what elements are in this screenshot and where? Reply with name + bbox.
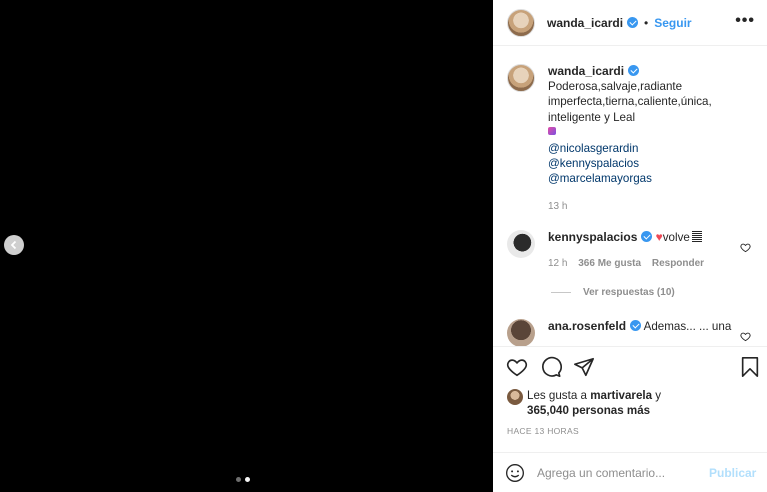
- likes-prefix: Les gusta a: [527, 389, 587, 402]
- separator: •: [644, 15, 649, 30]
- view-replies-label: Ver respuestas (10): [583, 287, 675, 298]
- comment-icon[interactable]: [540, 356, 562, 378]
- avatar[interactable]: [507, 64, 535, 92]
- emoji-picker-icon[interactable]: [505, 463, 525, 483]
- chevron-left-icon: [10, 240, 17, 250]
- carousel-indicators: [236, 477, 250, 482]
- avatar[interactable]: [507, 389, 523, 405]
- caption-username[interactable]: wanda_icardi: [548, 64, 624, 78]
- caption-text-line: inteligente y Leal: [548, 110, 636, 124]
- carousel-prev-button[interactable]: [4, 235, 24, 255]
- comment-body: ana.rosenfeld Ademas... ... una: [548, 319, 743, 346]
- comment-text: volve: [662, 231, 690, 244]
- mention-link[interactable]: @kennyspalacios: [548, 156, 758, 171]
- add-comment-bar: Publicar: [493, 452, 767, 492]
- divider: [551, 292, 571, 293]
- comment-text: Ademas... ... una: [643, 320, 732, 333]
- comment-item: ana.rosenfeld Ademas... ... una: [507, 319, 757, 346]
- caption-body: wanda_icardi Poderosa,salvaje,radiante i…: [548, 64, 758, 214]
- likes-conj: y: [655, 389, 662, 402]
- likes-summary: Les gusta a martivarela y 365,040 person…: [507, 388, 661, 418]
- emoji-icon: [691, 231, 702, 242]
- emoji-icon: [548, 126, 556, 135]
- avatar[interactable]: [507, 319, 535, 346]
- comments-list[interactable]: wanda_icardi Poderosa,salvaje,radiante i…: [493, 46, 767, 346]
- mention-link[interactable]: @nicolasgerardin: [548, 141, 758, 156]
- post-side-panel: wanda_icardi • Seguir ••• wanda_icardi P…: [493, 0, 767, 492]
- share-icon[interactable]: [573, 356, 595, 378]
- like-comment-heart-icon[interactable]: [740, 331, 751, 342]
- view-replies-button[interactable]: Ver respuestas (10): [551, 287, 675, 298]
- post-username[interactable]: wanda_icardi: [547, 16, 623, 30]
- publish-button[interactable]: Publicar: [709, 466, 756, 480]
- comment-input[interactable]: [537, 465, 705, 480]
- caption-text-line: imperfecta,tierna,caliente,única,: [548, 95, 712, 109]
- caption-text-line: Poderosa,salvaje,radiante: [548, 80, 683, 94]
- like-comment-heart-icon[interactable]: [740, 242, 751, 253]
- red-heart-emoji-icon: ♥: [655, 230, 663, 244]
- mention-link[interactable]: @marcelamayorgas: [548, 171, 758, 186]
- carousel-dot: [236, 477, 241, 482]
- follow-button[interactable]: Seguir: [654, 16, 691, 30]
- post-actions: [493, 346, 767, 386]
- post-timestamp[interactable]: HACE 13 HORAS: [507, 426, 579, 436]
- comment-item: kennyspalacios ♥volve 12 h 366 Me gusta …: [507, 230, 757, 271]
- liker-username[interactable]: martivarela: [590, 389, 652, 402]
- comment-username[interactable]: kennyspalacios: [548, 230, 637, 244]
- verified-badge-icon: [641, 231, 653, 242]
- likes-count[interactable]: 365,040 personas más: [527, 404, 650, 417]
- post-media: [0, 0, 493, 492]
- comment-likes[interactable]: 366 Me gusta: [578, 258, 641, 269]
- comment-body: kennyspalacios ♥volve 12 h 366 Me gusta …: [548, 230, 743, 271]
- carousel-dot-active: [245, 477, 250, 482]
- avatar[interactable]: [507, 8, 535, 37]
- comment-meta: 12 h 366 Me gusta Responder: [548, 256, 743, 271]
- verified-badge-icon: [627, 17, 639, 28]
- likes-text: Les gusta a martivarela y 365,040 person…: [527, 388, 661, 418]
- heart-icon[interactable]: [506, 356, 528, 378]
- reply-button[interactable]: Responder: [652, 258, 704, 269]
- verified-badge-icon: [630, 320, 642, 331]
- caption-time[interactable]: 13 h: [548, 199, 758, 214]
- post-header: wanda_icardi • Seguir •••: [493, 0, 767, 46]
- avatar[interactable]: [507, 230, 535, 258]
- comment-username[interactable]: ana.rosenfeld: [548, 319, 626, 333]
- more-options-icon[interactable]: •••: [735, 12, 755, 30]
- verified-badge-icon: [628, 65, 640, 76]
- caption: wanda_icardi Poderosa,salvaje,radiante i…: [507, 64, 758, 214]
- comment-time[interactable]: 12 h: [548, 258, 567, 269]
- bookmark-icon[interactable]: [740, 356, 760, 378]
